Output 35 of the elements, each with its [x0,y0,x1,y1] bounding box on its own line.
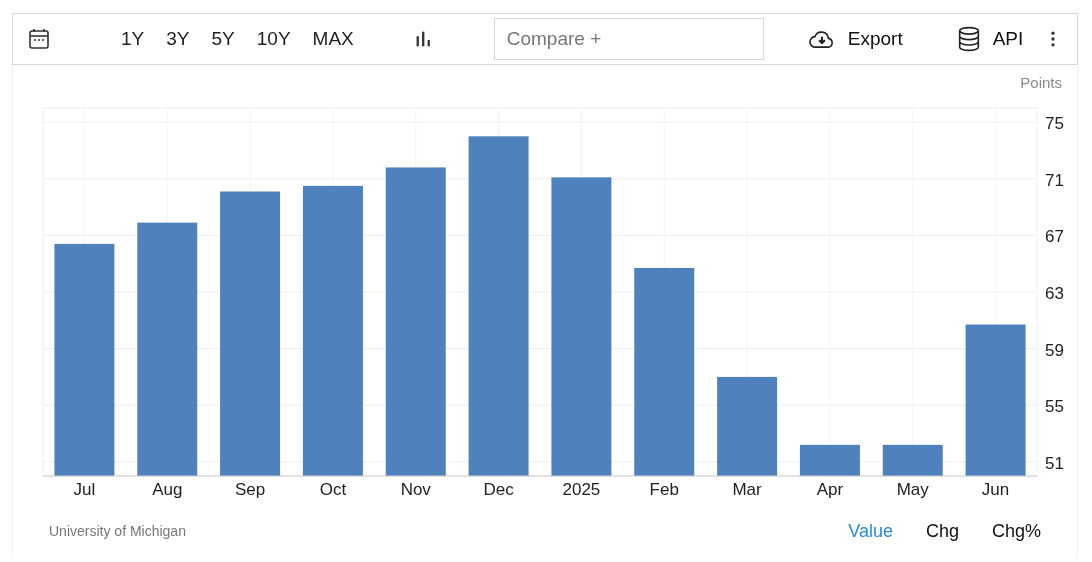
x-axis-label: Oct [319,480,347,499]
bar [799,444,860,476]
y-axis-label: 51 [1045,453,1064,473]
view-tab[interactable]: Chg [892,517,959,545]
x-axis-label: Mar [732,480,762,499]
bar [882,444,943,476]
x-axis-label: Jun [981,480,1010,499]
x-axis-label: May [896,480,929,499]
export-button[interactable]: Export [805,24,903,54]
compare-field[interactable]: Compare + [493,18,764,60]
x-axis-label: Sep [234,480,266,499]
y-axis-label: 75 [1045,114,1064,134]
y-axis-label: 55 [1045,397,1064,417]
y-axis-label: 67 [1045,227,1064,247]
range-button[interactable]: MAX [304,24,362,54]
x-axis-label: Nov [400,480,431,499]
x-axis-label: Feb [649,480,679,499]
y-axis-unit: Points [1020,74,1062,91]
range-button[interactable]: 3Y [158,24,198,54]
range-button[interactable]: 5Y [203,24,243,54]
range-button[interactable]: 10Y [248,24,299,54]
view-tab[interactable]: Value [815,517,893,545]
x-axis-label: Apr [816,480,844,499]
view-tab[interactable]: Chg% [958,517,1041,545]
source-label: University of Michigan [49,521,186,541]
y-axis-label: 59 [1045,340,1064,360]
range-button[interactable]: 1Y [113,24,153,54]
y-axis-label: 71 [1045,170,1064,190]
x-axis-label: Aug [152,480,183,499]
y-axis-label: 63 [1045,284,1064,303]
x-axis-label: Jul [73,480,96,499]
calendar-icon[interactable] [27,27,51,51]
api-button[interactable]: API [954,24,1024,54]
x-axis-label: Dec [483,480,514,499]
x-axis-label: 2025 [562,480,601,499]
